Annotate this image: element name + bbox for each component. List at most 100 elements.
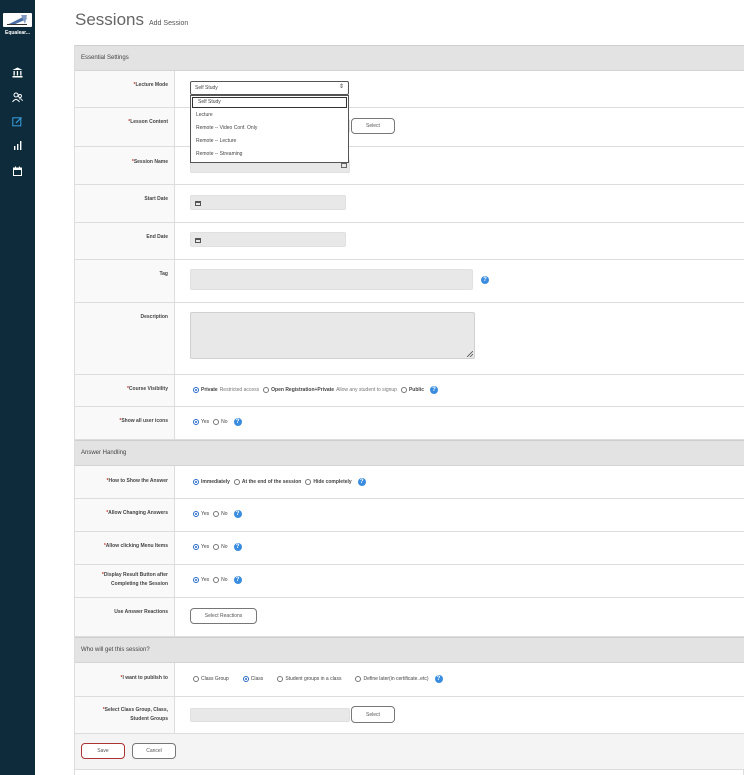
calendar-icon — [195, 238, 201, 243]
visibility-public[interactable]: Public — [400, 387, 424, 393]
radio-icon[interactable] — [193, 577, 199, 583]
section-who-will-get: Who will get this session? — [75, 637, 744, 663]
label-text: Lecture Mode — [135, 82, 168, 88]
select-groups-label: *Select Class Group, Class, Student Group… — [103, 706, 168, 724]
row-select-groups: *Select Class Group, Class, Student Group… — [75, 697, 744, 734]
dropdown-option-self-study[interactable]: Self Study — [192, 97, 347, 108]
show-icons-yes[interactable]: Yes — [193, 419, 209, 425]
radio-icon[interactable] — [213, 511, 220, 517]
radio-icon[interactable] — [400, 387, 407, 393]
cancel-button[interactable]: Cancel — [132, 743, 176, 759]
dropdown-option-lecture[interactable]: Lecture — [191, 109, 348, 122]
label-text: Display Result Button after — [103, 572, 168, 578]
description-label: Description — [140, 314, 168, 320]
row-end-date: End Date — [75, 223, 744, 260]
display-result-help-icon[interactable]: ? — [233, 576, 242, 584]
how-show-hide[interactable]: Hide completely — [305, 479, 352, 485]
allow-menu-no[interactable]: No — [213, 544, 228, 550]
tag-input[interactable] — [190, 269, 473, 290]
select-groups-field[interactable] — [190, 708, 350, 722]
dropdown-option-remote-video[interactable]: Remote -- Video Conf. Only — [191, 122, 348, 135]
publish-help-icon[interactable]: ? — [434, 675, 443, 683]
publish-class[interactable]: Class — [242, 676, 263, 682]
how-show-options: Immediately At the end of the session Hi… — [193, 478, 366, 486]
row-show-user-icons: *Show all user icons Yes No ? — [75, 407, 744, 440]
radio-icon[interactable] — [233, 479, 240, 485]
radio-icon[interactable] — [193, 387, 199, 393]
option-label: No — [221, 419, 228, 425]
row-course-visibility: *Course Visibility Private Restricted acc… — [75, 375, 744, 407]
lecture-mode-select[interactable]: Self Study ⇕ — [190, 81, 349, 95]
radio-icon[interactable] — [213, 577, 220, 583]
select-groups-button[interactable]: Select — [351, 706, 395, 723]
dropdown-option-remote-streaming[interactable]: Remote -- Streaming — [191, 148, 348, 161]
section-answer-handling: Answer Handling — [75, 440, 744, 466]
visibility-open-registration[interactable]: Open Registration+Private Allow any stude… — [263, 387, 397, 393]
radio-icon[interactable] — [193, 676, 199, 682]
label-text-line2: Completing the Session — [111, 581, 168, 587]
start-date-input[interactable] — [190, 195, 346, 210]
label-text: Show all user icons — [121, 418, 168, 424]
chart-icon[interactable] — [11, 139, 24, 152]
section-title: Essential Settings — [81, 55, 129, 61]
allow-changing-help-icon[interactable]: ? — [233, 510, 242, 518]
visibility-private[interactable]: Private Restricted access — [193, 387, 259, 393]
radio-icon[interactable] — [242, 676, 249, 682]
show-icons-no[interactable]: No — [213, 419, 228, 425]
show-icons-help-icon[interactable]: ? — [233, 418, 242, 426]
allow-changing-no[interactable]: No — [213, 511, 228, 517]
radio-icon[interactable] — [193, 511, 199, 517]
description-textarea[interactable] — [190, 312, 475, 359]
label-cell: *Lecture Mode — [75, 71, 175, 107]
option-label: Student groups in a class — [285, 676, 342, 682]
radio-icon[interactable] — [355, 676, 362, 682]
how-show-immediately[interactable]: Immediately — [193, 479, 230, 485]
how-show-end-of-session[interactable]: At the end of the session — [233, 479, 301, 485]
allow-changing-yes[interactable]: Yes — [193, 511, 209, 517]
radio-icon[interactable] — [263, 387, 270, 393]
radio-icon[interactable] — [213, 544, 220, 550]
radio-icon[interactable] — [193, 419, 199, 425]
display-result-no[interactable]: No — [213, 577, 228, 583]
dropdown-option-remote-lecture[interactable]: Remote -- Lecture — [191, 135, 348, 148]
sidebar: Equalear... — [0, 0, 35, 775]
option-label: Define later(in certificate..etc) — [363, 676, 429, 682]
radio-icon[interactable] — [193, 479, 199, 485]
option-label: Hide completely — [313, 479, 352, 485]
radio-icon[interactable] — [305, 479, 312, 485]
lesson-content-label: *Lesson Content — [128, 118, 168, 127]
radio-icon[interactable] — [193, 544, 199, 550]
save-button[interactable]: Save — [81, 743, 125, 759]
end-date-input[interactable] — [190, 232, 346, 247]
tag-help-icon[interactable]: ? — [481, 276, 489, 284]
label-cell: Tag — [75, 260, 175, 302]
allow-menu-yes[interactable]: Yes — [193, 544, 209, 550]
users-icon[interactable] — [11, 91, 24, 104]
bank-icon[interactable] — [11, 66, 24, 79]
how-show-help-icon[interactable]: ? — [357, 478, 366, 486]
radio-icon[interactable] — [277, 676, 284, 682]
publish-define-later[interactable]: Define later(in certificate..etc) — [355, 676, 429, 682]
label-cell: *Show all user icons — [75, 407, 175, 439]
allow-menu-help-icon[interactable]: ? — [233, 543, 242, 551]
publish-student-groups[interactable]: Student groups in a class — [277, 676, 341, 682]
label-text: Allow clicking Menu Items — [105, 543, 168, 549]
calendar-icon — [195, 201, 201, 206]
visibility-help-icon[interactable]: ? — [429, 386, 438, 394]
display-result-yes[interactable]: Yes — [193, 577, 209, 583]
option-label: No — [221, 511, 228, 517]
label-text-line2: Student Groups — [130, 716, 168, 722]
app-logo[interactable] — [3, 13, 32, 27]
resize-handle-icon[interactable] — [467, 351, 473, 357]
page-title: Sessions — [75, 10, 144, 29]
label-text: I want to publish to — [122, 675, 168, 681]
row-publish-to: *I want to publish to Class Group Class … — [75, 663, 744, 697]
label-cell: *Session Name — [75, 147, 175, 184]
select-reactions-button[interactable]: Select Reactions — [190, 608, 257, 624]
lesson-content-select-button[interactable]: Select — [351, 118, 395, 134]
calendar-icon[interactable] — [11, 165, 24, 178]
edit-icon[interactable] — [11, 115, 24, 128]
radio-icon[interactable] — [213, 419, 220, 425]
label-cell: *I want to publish to — [75, 663, 175, 696]
publish-class-group[interactable]: Class Group — [193, 676, 229, 682]
